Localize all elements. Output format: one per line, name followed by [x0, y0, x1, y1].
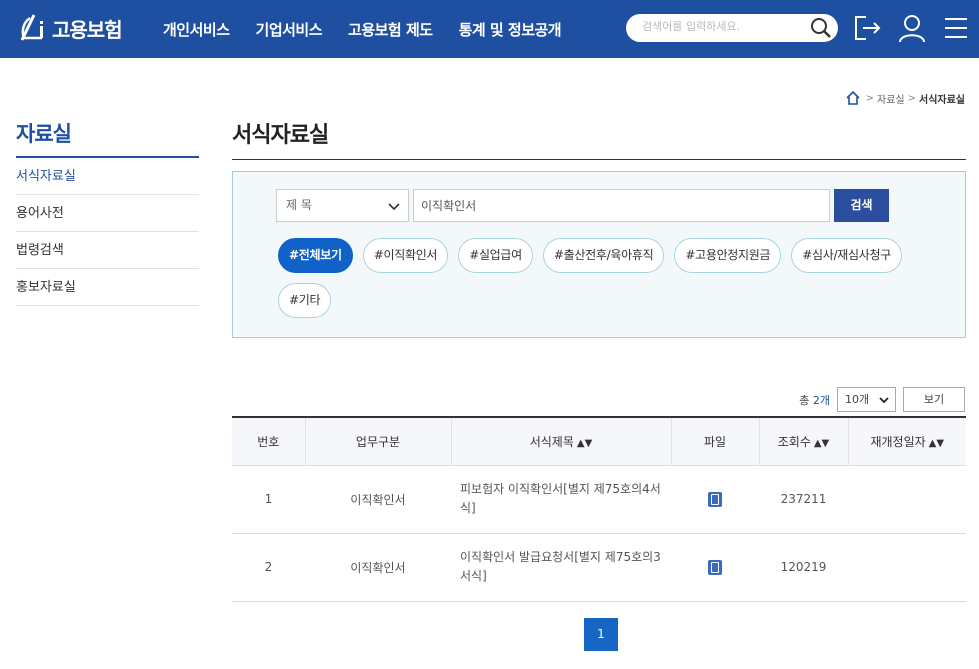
cell-views: 237211	[759, 465, 848, 534]
hashtag-list: #전체보기 #이직확인서 #실업급여 #출산전후/육아휴직 #고용안정지원금 #…	[278, 238, 918, 328]
chevron-down-icon	[388, 203, 400, 211]
page-title: 서식자료실	[232, 117, 966, 160]
header-search-input[interactable]	[642, 20, 802, 33]
keyword-field	[413, 189, 830, 222]
sort-icon[interactable]: ▲▼	[577, 438, 592, 449]
list-info: 총 2개 10개 보기	[799, 387, 965, 412]
main-nav: 개인서비스 기업서비스 고용보험 제도 통계 및 정보공개	[163, 0, 587, 58]
sidebar: 자료실 서식자료실 용어사전 법령검색 홍보자료실	[16, 118, 199, 306]
cell-file	[671, 465, 759, 534]
cell-category: 이직확인서	[305, 533, 451, 602]
tag-separation-cert[interactable]: #이직확인서	[362, 238, 449, 273]
page-size-value: 10개	[845, 393, 870, 406]
breadcrumb-current: 서식자료실	[919, 94, 965, 106]
nav-item-business[interactable]: 기업서비스	[256, 19, 323, 40]
cell-title-link[interactable]: 피보험자 이직확인서[별지 제75호의4서식]	[451, 465, 671, 534]
forms-table: 번호 업무구분 서식제목 ▲▼ 파일 조회수 ▲▼ 재개정일자 ▲▼ 1 이직확인서 …	[232, 416, 966, 602]
col-header-title: 서식제목 ▲▼	[451, 417, 672, 466]
header-search	[626, 14, 838, 42]
sidebar-title: 자료실	[16, 118, 199, 158]
cell-revision-date	[848, 465, 966, 534]
search-icon[interactable]	[810, 17, 832, 39]
hwp-file-icon[interactable]	[708, 559, 722, 575]
search-field-value: 제 목	[286, 198, 312, 212]
tag-unemployment-benefit[interactable]: #실업급여	[458, 238, 533, 273]
cell-file	[671, 533, 759, 602]
col-header-revision-date: 재개정일자 ▲▼	[848, 417, 966, 466]
chevron-right-icon: >	[907, 92, 916, 104]
cell-number: 2	[232, 533, 305, 602]
page-size-select[interactable]: 10개	[837, 387, 896, 412]
search-filter-panel: 제 목 검색 #전체보기 #이직확인서 #실업급여 #출산전후/육아휴직 #고용…	[232, 171, 966, 338]
sidebar-item-law-search[interactable]: 법령검색	[16, 232, 199, 269]
logo-text: 고용보험	[52, 17, 123, 42]
tag-employment-subsidy[interactable]: #고용안정지원금	[674, 238, 782, 273]
col-header-category: 업무구분	[305, 417, 452, 466]
tag-other[interactable]: #기타	[278, 283, 332, 318]
chevron-right-icon: >	[865, 92, 874, 104]
breadcrumb: > 자료실 > 서식자료실	[845, 90, 965, 106]
cell-category: 이직확인서	[305, 465, 451, 534]
search-button[interactable]: 검색	[834, 189, 889, 222]
col-header-file: 파일	[671, 417, 760, 466]
home-icon[interactable]	[845, 90, 861, 106]
logout-icon[interactable]	[852, 13, 882, 43]
sidebar-item-glossary[interactable]: 용어사전	[16, 195, 199, 232]
tag-review-appeal[interactable]: #심사/재심사청구	[791, 238, 902, 273]
search-field-select[interactable]: 제 목	[276, 189, 409, 222]
breadcrumb-item[interactable]: 자료실	[877, 91, 905, 106]
col-header-number: 번호	[232, 417, 306, 466]
sidebar-item-forms[interactable]: 서식자료실	[16, 158, 199, 195]
hwp-file-icon[interactable]	[708, 491, 722, 507]
table-row: 1 이직확인서 피보험자 이직확인서[별지 제75호의4서식] 237211	[232, 465, 966, 534]
nav-item-system[interactable]: 고용보험 제도	[348, 19, 433, 40]
tag-maternity-parental-leave[interactable]: #출산전후/육아휴직	[542, 238, 665, 273]
cell-number: 1	[232, 465, 305, 534]
sort-icon[interactable]: ▲▼	[929, 438, 944, 449]
table-header-row: 번호 업무구분 서식제목 ▲▼ 파일 조회수 ▲▼ 재개정일자 ▲▼	[232, 417, 966, 466]
chevron-down-icon	[879, 397, 889, 404]
cell-title-link[interactable]: 이직확인서 발급요청서[별지 제75호의3서식]	[451, 533, 671, 602]
cell-views: 120219	[759, 533, 848, 602]
user-icon[interactable]	[897, 13, 927, 43]
total-count: 총 2개	[799, 393, 830, 407]
cell-revision-date	[848, 533, 966, 602]
sort-icon[interactable]: ▲▼	[814, 438, 829, 449]
logo-icon	[20, 14, 43, 41]
tag-all[interactable]: #전체보기	[278, 238, 353, 273]
top-header: 고용보험 개인서비스 기업서비스 고용보험 제도 통계 및 정보공개	[0, 0, 979, 58]
nav-item-personal[interactable]: 개인서비스	[163, 19, 230, 40]
col-header-views: 조회수 ▲▼	[759, 417, 849, 466]
view-button[interactable]: 보기	[903, 387, 965, 412]
keyword-input[interactable]	[414, 190, 829, 221]
menu-icon[interactable]	[942, 13, 972, 43]
nav-item-statistics[interactable]: 통계 및 정보공개	[459, 19, 562, 40]
page-number-current[interactable]: 1	[584, 618, 618, 651]
sidebar-item-promo[interactable]: 홍보자료실	[16, 269, 199, 306]
table-row: 2 이직확인서 이직확인서 발급요청서[별지 제75호의3서식] 120219	[232, 533, 966, 602]
site-logo[interactable]: 고용보험	[16, 10, 123, 46]
